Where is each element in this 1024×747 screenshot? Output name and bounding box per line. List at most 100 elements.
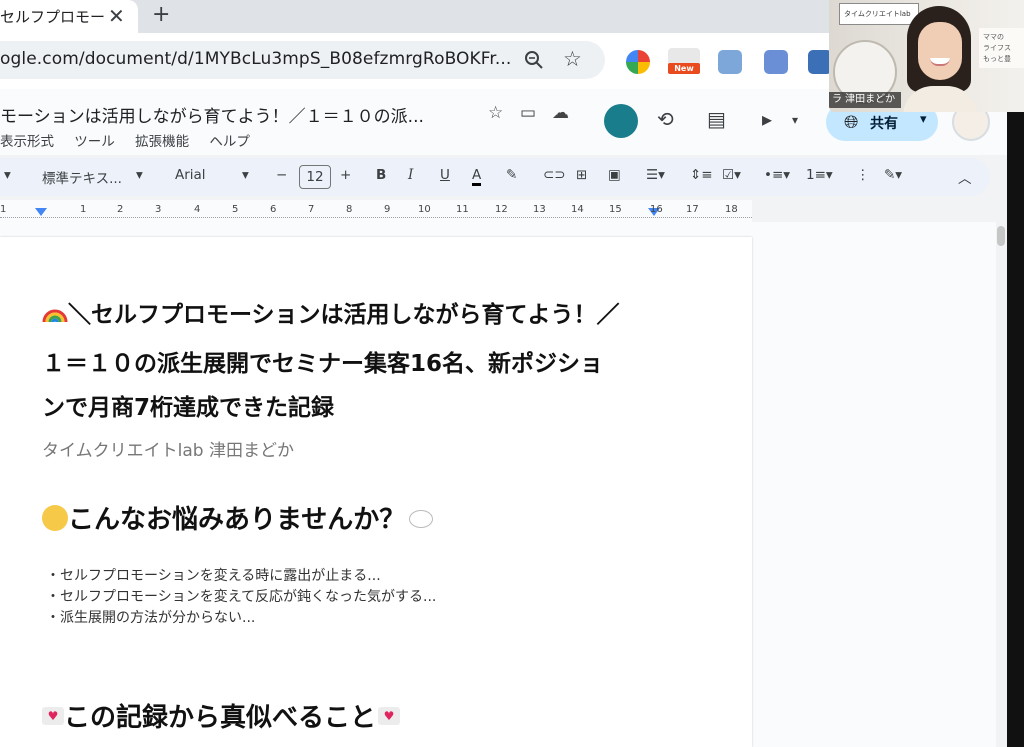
meet-icon[interactable]: ▸: [762, 107, 772, 131]
heading-concerns: こんなお悩みありませんか？: [42, 499, 434, 536]
close-tab-icon[interactable]: ✕: [108, 4, 125, 28]
document-canvas: ＼セルフプロモーションは活用しながら育てよう！／ １＝１０の派生展開でセミナー集…: [0, 222, 1000, 747]
left-indent-marker[interactable]: [35, 208, 47, 216]
ruler-tick: 4: [194, 204, 201, 215]
chevron-down-icon[interactable]: ▾: [136, 167, 143, 183]
menu-format[interactable]: 表示形式: [0, 134, 54, 150]
decrease-font-size-button[interactable]: −: [276, 167, 287, 183]
image-icon[interactable]: ▣: [608, 167, 621, 183]
sign-board: ママの ライフス もっと豊: [979, 28, 1024, 68]
gemini-button[interactable]: [604, 104, 638, 138]
extension-photos-icon[interactable]: [626, 50, 650, 74]
ruler-tick: 7: [308, 204, 315, 215]
video-logo-text: タイムクリエイトlab: [844, 10, 911, 18]
list-item: ・セルフプロモーションを変えて反応が鈍くなった気がする...: [46, 589, 437, 605]
document-author: タイムクリエイトlab 津田まどか: [42, 441, 294, 461]
vertical-scrollbar[interactable]: [996, 222, 1006, 747]
ruler-tick: 1: [0, 204, 7, 215]
line-spacing-icon[interactable]: ⇕≡: [690, 167, 713, 183]
italic-button[interactable]: I: [408, 167, 413, 183]
underline-button[interactable]: U: [440, 167, 450, 183]
document-page[interactable]: ＼セルフプロモーションは活用しながら育てよう！／ １＝１０の派生展開でセミナー集…: [0, 237, 752, 747]
ruler-tick: 5: [232, 204, 239, 215]
font-size-input[interactable]: 12: [299, 165, 331, 189]
comments-icon[interactable]: ▤: [707, 107, 726, 131]
menu-tools[interactable]: ツール: [74, 134, 115, 150]
bookmark-star-icon[interactable]: ☆: [563, 47, 582, 71]
ruler-tick: 13: [533, 204, 546, 215]
omnibox[interactable]: ogle.com/document/d/1MYBcLu3mpS_B08efzmr…: [0, 41, 605, 79]
presenter-video: タイムクリエイトlab ママの ライフス もっと豊 ラ 津田まどか: [829, 0, 1024, 112]
comment-icon[interactable]: ⊞: [576, 167, 587, 183]
ruler-tick: 16: [650, 204, 663, 215]
cloud-status-icon[interactable]: ☁: [552, 103, 569, 123]
chevron-down-icon[interactable]: ▾: [4, 167, 11, 183]
window-edge: [1007, 112, 1024, 747]
text-color-button[interactable]: A: [472, 167, 482, 186]
more-options-icon[interactable]: ⋮: [856, 167, 870, 183]
thinking-face-icon: [42, 504, 68, 531]
editing-mode-icon[interactable]: ✎▾: [884, 167, 902, 183]
logo-frame: タイムクリエイトlab: [839, 3, 919, 25]
highlight-icon[interactable]: ✎: [506, 167, 517, 183]
bulleted-list-icon[interactable]: •≡▾: [764, 167, 790, 183]
history-icon[interactable]: ⟲: [657, 107, 674, 131]
browser-tab[interactable]: セルフプロモー ✕: [0, 0, 138, 33]
sign-line: ママの: [983, 33, 1004, 41]
new-tab-button[interactable]: +: [152, 2, 170, 27]
menu-bar: 表示形式 ツール 拡張機能 ヘルプ: [0, 130, 266, 150]
paragraph-style-select[interactable]: 標準テキス...: [42, 167, 122, 187]
presenter-name-tag: ラ 津田まどか: [829, 92, 901, 108]
bold-button[interactable]: B: [376, 167, 386, 183]
ruler-line: [0, 217, 752, 218]
chevron-down-icon[interactable]: ▾: [792, 113, 798, 127]
share-dropdown-icon[interactable]: ▾: [920, 112, 927, 127]
ruler-tick: 12: [495, 204, 508, 215]
new-badge: New: [668, 63, 700, 74]
ruler-tick: 6: [270, 204, 277, 215]
ruler-tick: 11: [456, 204, 469, 215]
list-item: ・セルフプロモーションを変える時に露出が止まる...: [46, 568, 381, 584]
font-select[interactable]: Arial: [175, 167, 206, 183]
align-icon[interactable]: ☰▾: [646, 167, 665, 183]
list-item: ・派生展開の方法が分からない...: [46, 610, 256, 626]
globe-icon: 🌐︎: [844, 112, 859, 133]
checklist-icon[interactable]: ☑▾: [722, 167, 741, 183]
heading-learnings: ♥ この記録から真似べること ♥: [42, 697, 401, 734]
menu-help[interactable]: ヘルプ: [209, 134, 250, 150]
move-folder-icon[interactable]: ▭: [520, 103, 536, 123]
heart-icon: ♥: [378, 706, 401, 725]
document-title[interactable]: モーションは活用しながら育てよう！／１＝１０の派...: [0, 102, 424, 127]
presenter-face: [918, 22, 962, 80]
ruler-tick: 8: [346, 204, 353, 215]
url-text[interactable]: ogle.com/document/d/1MYBcLu3mpS_B08efzmr…: [0, 49, 511, 69]
ruler: 1 1 2 3 4 5 6 7 8 9 10 11 12 13 14 15 16…: [0, 200, 752, 222]
doc-title-text-1: ＼セルフプロモーションは活用しながら育てよう！／: [68, 302, 620, 328]
heading-concerns-text: こんなお悩みありませんか？: [68, 505, 406, 535]
menu-extensions[interactable]: 拡張機能: [135, 134, 189, 150]
ruler-tick: 14: [571, 204, 584, 215]
extension-new-icon[interactable]: New: [668, 48, 700, 74]
chevron-down-icon[interactable]: ▾: [242, 167, 249, 183]
share-label: 共有: [870, 116, 898, 132]
extension-download-icon[interactable]: [718, 50, 742, 74]
increase-font-size-button[interactable]: +: [340, 167, 351, 183]
numbered-list-icon[interactable]: 1≡▾: [806, 167, 833, 183]
doc-title-line-1: ＼セルフプロモーションは活用しながら育てよう！／: [42, 295, 620, 329]
zoom-icon[interactable]: [523, 49, 545, 71]
ruler-tick: 3: [155, 204, 162, 215]
ruler-tick: 9: [384, 204, 391, 215]
collapse-menus-icon[interactable]: ︿: [958, 167, 972, 187]
ruler-tick: 10: [418, 204, 431, 215]
thought-bubble-icon: [409, 509, 434, 528]
sign-line: ライフス: [983, 44, 1011, 52]
link-icon[interactable]: ⊂⊃: [543, 167, 566, 183]
ruler-tick: 18: [725, 204, 738, 215]
ruler-tick: 15: [609, 204, 622, 215]
heading-learnings-text: この記録から真似べること: [64, 703, 377, 733]
star-icon[interactable]: ☆: [488, 103, 503, 123]
scrollbar-thumb[interactable]: [997, 226, 1005, 246]
rainbow-icon: [42, 302, 68, 324]
extension-translate-icon[interactable]: [764, 50, 788, 74]
formatting-toolbar: ▾ 標準テキス... ▾ Arial ▾ − 12 + B I U A ✎ ⊂⊃…: [0, 158, 990, 196]
